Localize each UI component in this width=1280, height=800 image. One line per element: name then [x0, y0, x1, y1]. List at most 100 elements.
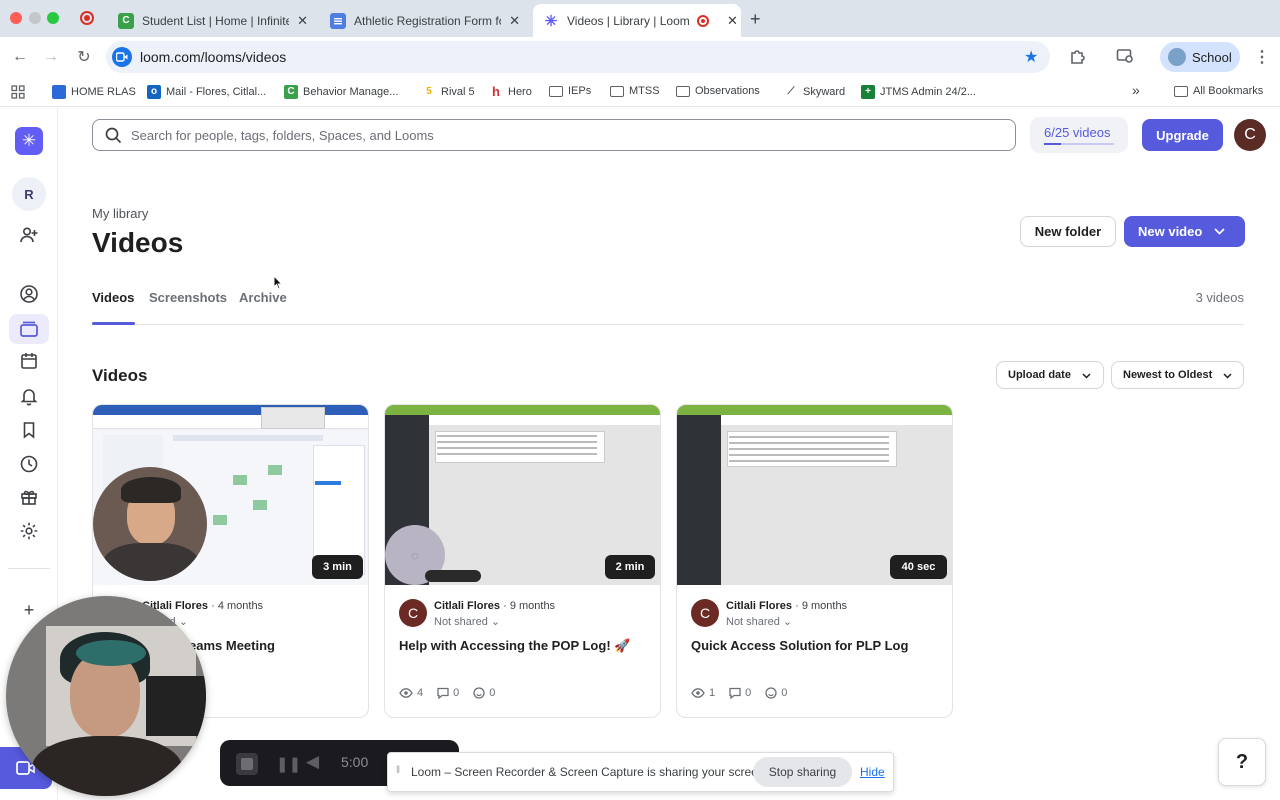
all-bookmarks-button[interactable]: All Bookmarks: [1174, 85, 1263, 97]
address-bar[interactable]: loom.com/looms/videos ★: [106, 41, 1050, 73]
reactions-count: 0: [781, 687, 788, 699]
video-age: · 9 months: [795, 600, 848, 612]
video-card[interactable]: ◌ 2 min C Citlali Flores · 9 months Not …: [384, 404, 661, 718]
bookmark-home-rlas[interactable]: HOME RLAS: [52, 85, 136, 99]
calendar-icon[interactable]: [17, 349, 41, 373]
window-minimize-button[interactable]: [29, 12, 41, 24]
comments-stat: 0: [729, 687, 751, 699]
video-stats: 1 0 0: [691, 687, 787, 699]
tab-videos[interactable]: Videos: [92, 290, 134, 305]
pause-icon[interactable]: ❚❚: [276, 755, 301, 773]
views-stat: 4: [399, 687, 423, 699]
video-title[interactable]: eams Meeting: [189, 638, 275, 653]
sort-order-dropdown[interactable]: Newest to Oldest: [1111, 361, 1244, 389]
bookmark-mail[interactable]: o Mail - Flores, Citlal...: [147, 85, 266, 99]
bookmark-folder-mtss[interactable]: MTSS: [610, 85, 660, 97]
history-clock-icon[interactable]: [17, 452, 41, 476]
gift-icon[interactable]: [17, 485, 41, 509]
cast-search-icon[interactable]: [1116, 47, 1134, 70]
browser-tab-strip: C Student List | Home | Infinite C ✕ Ath…: [0, 0, 1280, 37]
hide-button[interactable]: Hide: [860, 765, 885, 779]
chevron-down-icon: [1223, 373, 1232, 379]
bookmark-icon[interactable]: [17, 418, 41, 442]
duration-badge: 3 min: [312, 555, 363, 579]
bookmarks-overflow-button[interactable]: »: [1132, 82, 1140, 98]
sharing-status-dropdown[interactable]: Not shared ⌄: [726, 615, 792, 628]
restart-icon[interactable]: ◀: [306, 752, 319, 772]
tabs-divider: [92, 324, 1244, 325]
duration-badge: 2 min: [605, 555, 655, 579]
active-tab-indicator: [92, 322, 135, 325]
add-icon[interactable]: +: [17, 598, 41, 622]
video-stats: 4 0 0: [399, 687, 495, 699]
breadcrumb[interactable]: My library: [92, 206, 148, 221]
video-thumbnail[interactable]: ◌ 2 min: [385, 405, 660, 585]
bookmark-folder-ieps[interactable]: IEPs: [549, 85, 591, 97]
close-tab-icon[interactable]: ✕: [727, 13, 738, 29]
profile-chip[interactable]: School: [1160, 42, 1240, 72]
close-tab-icon[interactable]: ✕: [509, 13, 520, 29]
bookmark-label: IEPs: [568, 85, 592, 97]
profile-icon[interactable]: [17, 282, 41, 306]
forward-icon[interactable]: →: [39, 45, 63, 69]
site-info-icon[interactable]: [112, 47, 132, 67]
settings-gear-icon[interactable]: [17, 519, 41, 543]
back-icon[interactable]: ←: [8, 45, 32, 69]
video-thumbnail[interactable]: 3 min: [93, 405, 368, 585]
tab-loom-videos[interactable]: ✳ Videos | Library | Loom ✕: [533, 4, 741, 37]
views-stat: 1: [691, 687, 715, 699]
new-video-button[interactable]: New video: [1124, 216, 1245, 247]
reload-icon[interactable]: ↻: [72, 45, 96, 69]
video-card[interactable]: 40 sec C Citlali Flores · 9 months Not s…: [676, 404, 953, 718]
reactions-stat: 0: [473, 687, 495, 699]
sharing-status: Not shared: [434, 616, 488, 628]
new-tab-button[interactable]: +: [750, 9, 761, 30]
browser-menu-icon[interactable]: ⋮: [1254, 47, 1270, 67]
tab-screenshots[interactable]: Screenshots: [149, 290, 227, 305]
tab-title: Athletic Registration Form for: [354, 13, 502, 28]
bookmark-jtms-admin[interactable]: + JTMS Admin 24/2...: [861, 85, 976, 99]
chevron-down-icon[interactable]: [1214, 228, 1225, 235]
extensions-icon[interactable]: [1069, 47, 1087, 70]
search-bar[interactable]: Search for people, tags, folders, Spaces…: [92, 119, 1016, 151]
video-title[interactable]: Quick Access Solution for PLP Log: [691, 638, 908, 653]
tab-archive[interactable]: Archive: [239, 290, 287, 305]
upgrade-button[interactable]: Upgrade: [1142, 119, 1223, 151]
infinite-campus-icon: C: [284, 85, 298, 99]
library-nav-highlight[interactable]: [9, 314, 49, 344]
views-count: 1: [709, 687, 716, 699]
invite-people-icon[interactable]: [17, 223, 41, 247]
sharing-status-dropdown[interactable]: Not shared ⌄: [434, 615, 500, 628]
recorder-mini-toolbar: [425, 570, 481, 582]
bookmark-star-icon[interactable]: ★: [1024, 47, 1038, 67]
bookmark-rival-5[interactable]: 5 Rival 5: [422, 85, 474, 99]
user-avatar[interactable]: C: [1234, 119, 1266, 151]
video-thumbnail[interactable]: 40 sec: [677, 405, 952, 585]
tab-student-list[interactable]: C Student List | Home | Infinite C ✕: [108, 4, 318, 37]
apps-grid-icon[interactable]: [11, 85, 25, 104]
stop-recording-button[interactable]: [236, 753, 258, 775]
window-close-button[interactable]: [10, 12, 22, 24]
loom-logo-icon[interactable]: ✳: [15, 127, 43, 155]
stop-sharing-button[interactable]: Stop sharing: [753, 757, 852, 787]
window-maximize-button[interactable]: [47, 12, 59, 24]
presenter-webcam-bubble[interactable]: [6, 596, 206, 796]
bookmark-skyward[interactable]: ⟋ Skyward: [784, 85, 846, 99]
video-title[interactable]: Help with Accessing the POP Log! 🚀: [399, 638, 630, 654]
video-quota-indicator[interactable]: 6/25 videos: [1030, 117, 1128, 153]
notifications-bell-icon[interactable]: [17, 384, 41, 408]
author-avatar: C: [399, 599, 427, 627]
workspace-avatar[interactable]: R: [12, 177, 46, 211]
bookmark-hero[interactable]: h Hero: [489, 85, 532, 99]
google-forms-icon: [330, 12, 346, 29]
help-button[interactable]: ?: [1218, 738, 1266, 786]
new-folder-button[interactable]: New folder: [1020, 216, 1116, 247]
tab-athletic-registration[interactable]: Athletic Registration Form for ✕: [320, 4, 530, 37]
bookmark-label: Hero: [508, 86, 532, 98]
drag-handle-icon[interactable]: ‖: [396, 765, 400, 776]
close-tab-icon[interactable]: ✕: [297, 13, 308, 29]
bookmark-folder-observations[interactable]: Observations: [676, 85, 760, 97]
bookmark-behavior-management[interactable]: C Behavior Manage...: [284, 85, 398, 99]
sort-field-dropdown[interactable]: Upload date: [996, 361, 1104, 389]
duration-badge: 40 sec: [890, 555, 947, 579]
